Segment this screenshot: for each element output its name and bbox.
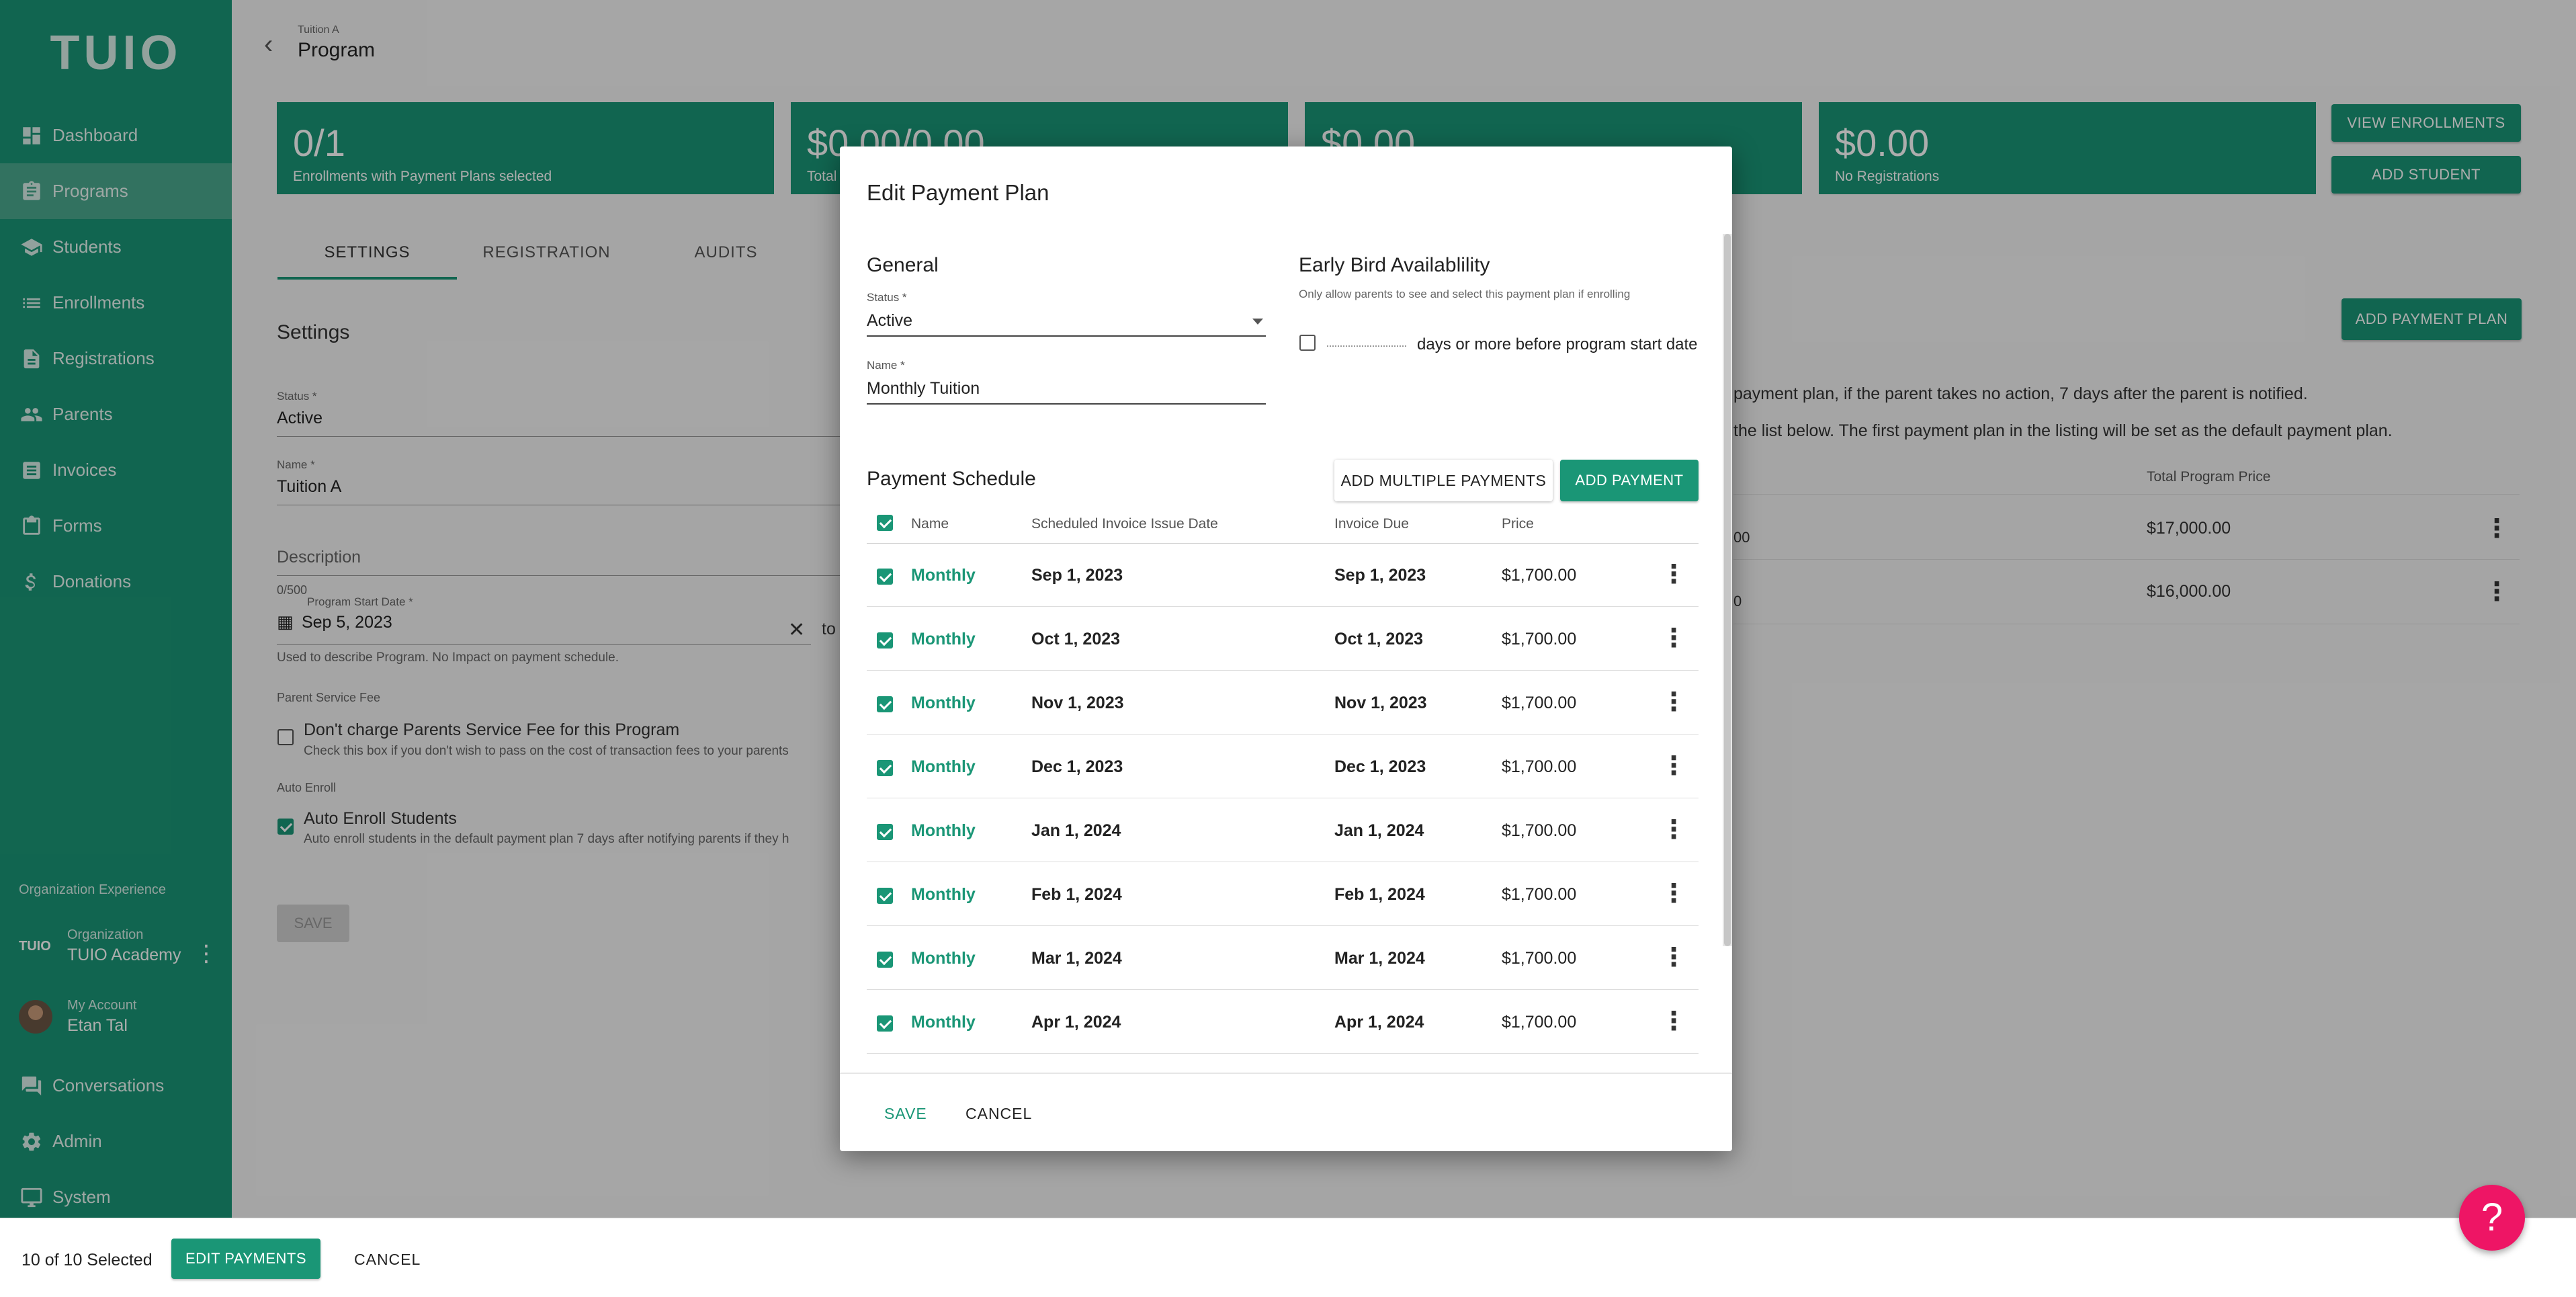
row-name: Monthly (911, 566, 976, 585)
row-price: $1,700.00 (1502, 1013, 1577, 1032)
early-bird-days-text: days or more before program start date (1417, 335, 1698, 353)
plan-name-value: Monthly Tuition (867, 379, 980, 398)
plan-name-label: Name * (867, 359, 905, 372)
row-checkbox[interactable] (877, 632, 893, 648)
row-checkbox[interactable] (877, 696, 893, 712)
add-multiple-payments-button[interactable]: ADD MULTIPLE PAYMENTS (1334, 460, 1553, 501)
footer-divider (840, 1073, 1732, 1074)
row-issue-date: Nov 1, 2023 (1031, 694, 1124, 712)
dialog-title: Edit Payment Plan (867, 180, 1049, 205)
dialog-cancel-button[interactable]: CANCEL (965, 1105, 1032, 1123)
row-issue-date: Feb 1, 2024 (1031, 885, 1122, 904)
edit-payments-button[interactable]: EDIT PAYMENTS (171, 1239, 320, 1279)
row-price: $1,700.00 (1502, 757, 1577, 776)
help-button[interactable]: ? (2459, 1185, 2525, 1251)
row-issue-date: Jan 1, 2024 (1031, 821, 1121, 840)
row-checkbox[interactable] (877, 1015, 893, 1032)
col-price: Price (1502, 516, 1534, 532)
payment-schedule-heading: Payment Schedule (867, 468, 1036, 490)
add-payment-button[interactable]: ADD PAYMENT (1560, 460, 1699, 501)
plan-status-select[interactable]: Status * Active (867, 291, 1266, 337)
plan-status-value: Active (867, 311, 913, 330)
row-more-icon[interactable]: ⋮ (1661, 562, 1686, 587)
row-more-icon[interactable]: ⋮ (1661, 689, 1686, 715)
row-name: Monthly (911, 1013, 976, 1032)
col-invoice-due: Invoice Due (1334, 516, 1409, 532)
select-all-checkbox[interactable] (877, 515, 893, 531)
row-more-icon[interactable]: ⋮ (1661, 881, 1686, 907)
row-more-icon[interactable]: ⋮ (1661, 753, 1686, 779)
row-invoice-due: Mar 1, 2024 (1334, 949, 1425, 968)
row-name: Monthly (911, 630, 976, 648)
row-price: $1,700.00 (1502, 949, 1577, 968)
row-price: $1,700.00 (1502, 630, 1577, 648)
row-price: $1,700.00 (1502, 821, 1577, 840)
row-checkbox[interactable] (877, 569, 893, 585)
bottombar-cancel-button[interactable]: CANCEL (354, 1251, 421, 1269)
row-name: Monthly (911, 694, 976, 712)
row-divider (867, 1053, 1699, 1054)
row-more-icon[interactable]: ⋮ (1661, 817, 1686, 843)
general-heading: General (867, 254, 939, 276)
early-bird-days-input[interactable] (1327, 345, 1406, 347)
row-checkbox[interactable] (877, 760, 893, 776)
early-bird-checkbox[interactable] (1299, 335, 1316, 351)
early-bird-subtitle: Only allow parents to see and select thi… (1299, 288, 1631, 300)
col-issue-date: Scheduled Invoice Issue Date (1031, 516, 1218, 532)
early-bird-heading: Early Bird Availablility (1299, 254, 1490, 276)
row-invoice-due: Sep 1, 2023 (1334, 566, 1426, 585)
row-issue-date: Apr 1, 2024 (1031, 1013, 1121, 1032)
plan-name-field[interactable]: Name * Monthly Tuition (867, 359, 1266, 405)
row-invoice-due: Apr 1, 2024 (1334, 1013, 1424, 1032)
scrollbar-thumb[interactable] (1724, 234, 1731, 946)
row-invoice-due: Dec 1, 2023 (1334, 757, 1426, 776)
row-name: Monthly (911, 885, 976, 904)
row-checkbox[interactable] (877, 824, 893, 840)
row-more-icon[interactable]: ⋮ (1661, 945, 1686, 970)
dialog-save-button[interactable]: SAVE (884, 1105, 927, 1123)
chevron-down-icon (1252, 319, 1263, 325)
row-price: $1,700.00 (1502, 566, 1577, 585)
row-invoice-due: Nov 1, 2023 (1334, 694, 1427, 712)
plan-status-label: Status * (867, 291, 907, 304)
row-invoice-due: Jan 1, 2024 (1334, 821, 1424, 840)
row-issue-date: Mar 1, 2024 (1031, 949, 1122, 968)
row-more-icon[interactable]: ⋮ (1661, 1009, 1686, 1034)
row-checkbox[interactable] (877, 888, 893, 904)
row-name: Monthly (911, 949, 976, 968)
row-issue-date: Oct 1, 2023 (1031, 630, 1121, 648)
row-invoice-due: Feb 1, 2024 (1334, 885, 1425, 904)
selection-bar: 10 of 10 Selected EDIT PAYMENTS CANCEL (0, 1218, 2576, 1297)
row-price: $1,700.00 (1502, 885, 1577, 904)
dialog-scrollbar[interactable] (1723, 234, 1732, 946)
edit-payment-plan-dialog: Edit Payment Plan General Status * Activ… (840, 147, 1732, 1151)
row-more-icon[interactable]: ⋮ (1661, 626, 1686, 651)
col-name: Name (911, 516, 949, 532)
row-issue-date: Dec 1, 2023 (1031, 757, 1123, 776)
row-name: Monthly (911, 821, 976, 840)
selection-count: 10 of 10 Selected (22, 1251, 153, 1269)
row-invoice-due: Oct 1, 2023 (1334, 630, 1424, 648)
row-checkbox[interactable] (877, 952, 893, 968)
row-issue-date: Sep 1, 2023 (1031, 566, 1123, 585)
row-name: Monthly (911, 757, 976, 776)
row-price: $1,700.00 (1502, 694, 1577, 712)
